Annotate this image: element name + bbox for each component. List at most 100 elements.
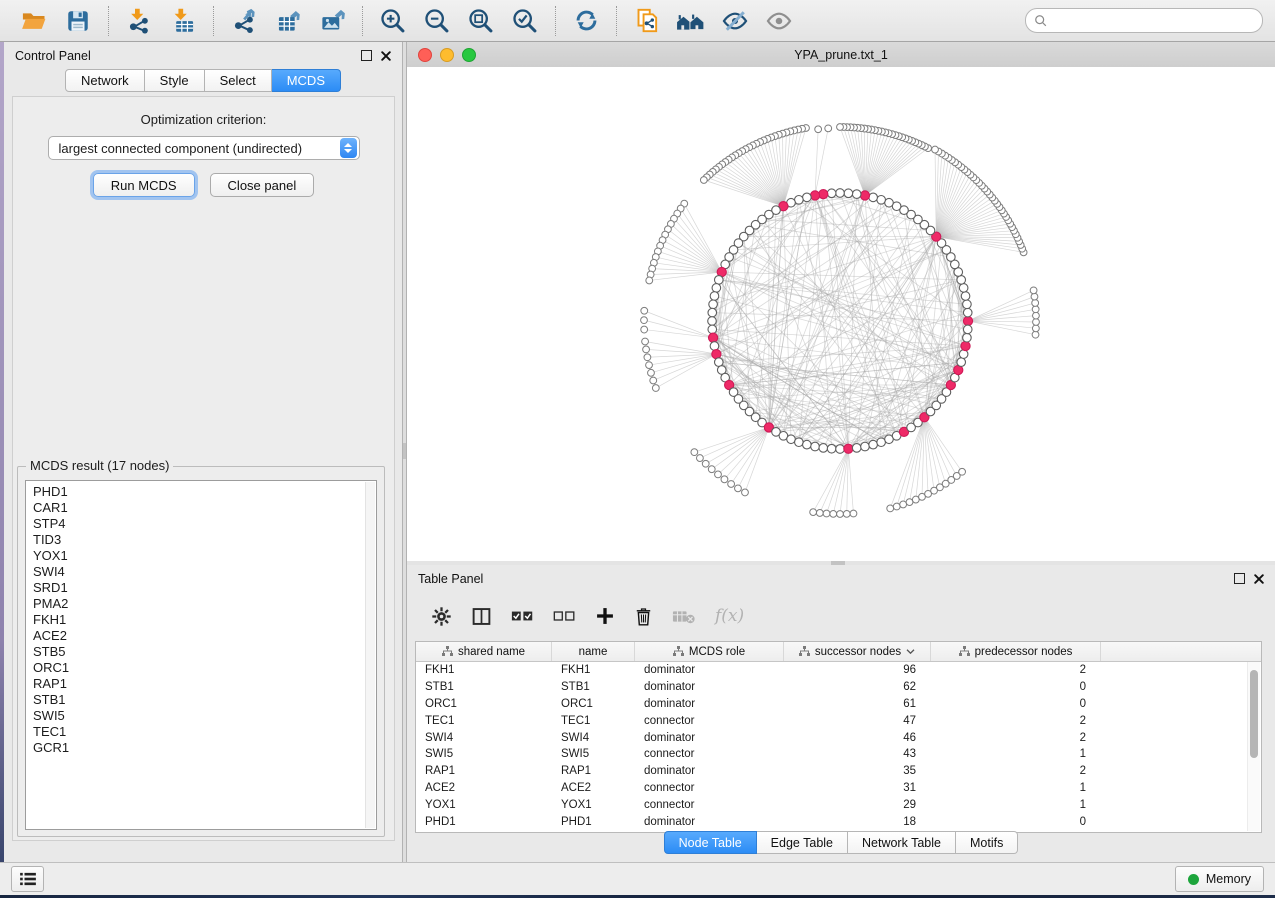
zoom-out-button[interactable]: [422, 6, 452, 36]
export-image-button[interactable]: [317, 6, 347, 36]
import-table-icon: [170, 7, 197, 34]
table-panel-title: Table Panel: [418, 572, 483, 586]
column-header-successor-nodes[interactable]: successor nodes: [784, 642, 931, 661]
mcds-result-item[interactable]: SWI5: [33, 708, 376, 724]
tab-select[interactable]: Select: [205, 69, 272, 92]
criterion-selected-value: largest connected component (undirected): [59, 141, 303, 156]
network-canvas[interactable]: [407, 67, 1275, 561]
show-all-button[interactable]: [764, 6, 794, 36]
hide-selected-button[interactable]: [720, 6, 750, 36]
tab-network-table[interactable]: Network Table: [848, 831, 956, 854]
float-panel-icon[interactable]: [361, 50, 372, 61]
search-input[interactable]: [1048, 13, 1254, 29]
network-graph: [407, 67, 1275, 561]
zoom-selected-button[interactable]: [510, 6, 540, 36]
toolbar-separator: [213, 6, 214, 36]
select-stepper-icon: [340, 138, 357, 158]
tab-node-table[interactable]: Node Table: [664, 831, 757, 854]
table-row[interactable]: PHD1PHD1dominator180: [416, 813, 1261, 830]
open-file-button[interactable]: [19, 6, 49, 36]
split-view-icon[interactable]: [471, 606, 492, 627]
add-column-icon[interactable]: [595, 606, 615, 626]
status-bar: Memory: [0, 862, 1275, 895]
close-panel-button[interactable]: Close panel: [210, 173, 315, 197]
mcds-result-item[interactable]: STB1: [33, 692, 376, 708]
mcds-result-item[interactable]: CAR1: [33, 500, 376, 516]
mcds-result-item[interactable]: STP4: [33, 516, 376, 532]
network-title: YPA_prune.txt_1: [407, 48, 1275, 62]
table-panel-header: Table Panel: [407, 565, 1275, 592]
import-network-button[interactable]: [124, 6, 154, 36]
save-session-button[interactable]: [63, 6, 93, 36]
memory-status-dot-icon: [1188, 874, 1199, 885]
table-row[interactable]: RAP1RAP1dominator352: [416, 763, 1261, 780]
zoom-in-button[interactable]: [378, 6, 408, 36]
mcds-result-item[interactable]: PHD1: [33, 484, 376, 500]
zoom-fit-icon: [467, 7, 495, 35]
mcds-result-item[interactable]: SWI4: [33, 564, 376, 580]
table-row[interactable]: STB1STB1dominator620: [416, 679, 1261, 696]
mcds-result-item[interactable]: ORC1: [33, 660, 376, 676]
mcds-result-item[interactable]: ACE2: [33, 628, 376, 644]
import-table-button[interactable]: [168, 6, 198, 36]
table-row[interactable]: YOX1YOX1connector291: [416, 796, 1261, 813]
deselect-all-rows-icon[interactable]: [553, 608, 576, 624]
mcds-result-item[interactable]: TID3: [33, 532, 376, 548]
run-mcds-button[interactable]: Run MCDS: [93, 173, 195, 197]
column-header-shared-name[interactable]: shared name: [416, 642, 552, 661]
table-scrollbar-thumb[interactable]: [1250, 670, 1258, 758]
tab-network[interactable]: Network: [65, 69, 145, 92]
tab-motifs[interactable]: Motifs: [956, 831, 1018, 854]
zoom-in-icon: [379, 7, 407, 35]
search-box[interactable]: [1025, 8, 1263, 33]
optimization-criterion-label: Optimization criterion:: [13, 112, 394, 127]
table-row[interactable]: SWI5SWI5connector431: [416, 746, 1261, 763]
column-type-icon: [959, 646, 970, 657]
mcds-result-item[interactable]: PMA2: [33, 596, 376, 612]
table-row[interactable]: SWI4SWI4dominator462: [416, 729, 1261, 746]
mcds-result-item[interactable]: SRD1: [33, 580, 376, 596]
mcds-result-list[interactable]: PHD1CAR1STP4TID3YOX1SWI4SRD1PMA2FKH1ACE2…: [25, 480, 377, 830]
table-row[interactable]: ORC1ORC1dominator610: [416, 696, 1261, 713]
export-network-button[interactable]: [229, 6, 259, 36]
column-header-predecessor-nodes[interactable]: predecessor nodes: [931, 642, 1101, 661]
mcds-result-title: MCDS result (17 nodes): [26, 458, 173, 473]
toolbar-separator: [555, 6, 556, 36]
refresh-layout-button[interactable]: [571, 6, 601, 36]
mcds-result-item[interactable]: TEC1: [33, 724, 376, 740]
vertical-splitter-handle[interactable]: [403, 443, 406, 459]
select-all-rows-icon[interactable]: [511, 608, 534, 624]
mcds-result-item[interactable]: RAP1: [33, 676, 376, 692]
table-row[interactable]: ACE2ACE2connector311: [416, 780, 1261, 797]
memory-button[interactable]: Memory: [1175, 866, 1264, 892]
column-type-icon: [673, 646, 684, 657]
table-row[interactable]: FKH1FKH1dominator962: [416, 662, 1261, 679]
task-history-button[interactable]: [11, 866, 44, 892]
tab-style[interactable]: Style: [145, 69, 205, 92]
table-scrollbar[interactable]: [1247, 662, 1260, 831]
mcds-result-item[interactable]: FKH1: [33, 612, 376, 628]
zoom-out-icon: [423, 7, 451, 35]
close-panel-icon[interactable]: [381, 51, 391, 61]
table-settings-gear-icon[interactable]: [431, 606, 452, 627]
float-table-panel-icon[interactable]: [1234, 573, 1245, 584]
first-neighbors-button[interactable]: [676, 6, 706, 36]
close-table-panel-icon[interactable]: [1254, 574, 1264, 584]
delete-column-icon[interactable]: [634, 606, 653, 627]
zoom-fit-button[interactable]: [466, 6, 496, 36]
table-row[interactable]: TEC1TEC1connector472: [416, 712, 1261, 729]
column-header-mcds-role[interactable]: MCDS role: [635, 642, 784, 661]
column-header-name[interactable]: name: [552, 642, 635, 661]
optimization-criterion-select[interactable]: largest connected component (undirected): [48, 136, 360, 160]
mcds-result-item[interactable]: YOX1: [33, 548, 376, 564]
node-table: shared name name MCDS role successor nod…: [415, 641, 1262, 833]
tab-edge-table[interactable]: Edge Table: [757, 831, 848, 854]
mcds-result-item[interactable]: GCR1: [33, 740, 376, 756]
duplicate-network-button[interactable]: [632, 6, 662, 36]
export-table-button[interactable]: [273, 6, 303, 36]
mcds-result-item[interactable]: STB5: [33, 644, 376, 660]
mcds-list-scrollbar[interactable]: [365, 482, 375, 828]
control-panel-tabs: Network Style Select MCDS: [4, 69, 402, 92]
tab-mcds[interactable]: MCDS: [272, 69, 341, 92]
network-window-titlebar[interactable]: YPA_prune.txt_1: [407, 42, 1275, 68]
